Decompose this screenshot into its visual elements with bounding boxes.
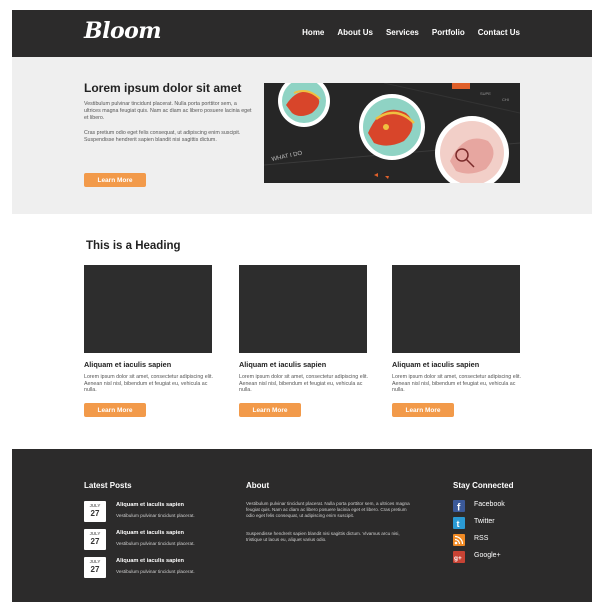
site-header: Bloom Home About Us Services Portfolio C…	[12, 10, 592, 57]
card-learn-more-button[interactable]: Learn More	[84, 403, 146, 417]
card-text: Lorem ipsum dolor sit amet, consectetur …	[84, 374, 213, 394]
date-month: JULY	[89, 503, 101, 508]
site-footer: Latest Posts JULY 27 Aliquam et iaculis …	[12, 449, 592, 602]
page: Bloom Home About Us Services Portfolio C…	[12, 10, 592, 602]
logo[interactable]: Bloom	[84, 18, 162, 44]
card-title: Aliquam et iaculis sapien	[239, 360, 327, 369]
date-badge: JULY 27	[84, 529, 106, 550]
post-title[interactable]: Aliquam et iaculis sapien	[116, 530, 184, 536]
date-day: 27	[90, 565, 100, 574]
post-title[interactable]: Aliquam et iaculis sapien	[116, 558, 184, 564]
svg-text:g+: g+	[454, 555, 462, 562]
card-learn-more-button[interactable]: Learn More	[239, 403, 301, 417]
google-plus-icon: g+	[453, 551, 465, 563]
post-excerpt: Vestibulum pulvinar tincidunt placerat.	[116, 513, 195, 518]
hero-paragraph: Cras pretium odio eget felis consequat, …	[84, 130, 241, 144]
svg-text:CHI: CHI	[502, 97, 509, 102]
card-title: Aliquam et iaculis sapien	[392, 360, 480, 369]
about-title: About	[246, 481, 270, 490]
about-paragraph: Vestibulum pulvinar tincidunt placerat. …	[246, 501, 410, 518]
social-label: Twitter	[474, 518, 495, 525]
card-learn-more-button[interactable]: Learn More	[392, 403, 454, 417]
twitter-icon: t	[453, 517, 465, 529]
svg-text:SUPE: SUPE	[480, 91, 491, 96]
nav-contact-us[interactable]: Contact Us	[478, 28, 520, 37]
hero-image: WHAT I DO SUPE CHI	[264, 83, 520, 183]
content-card: Aliquam et iaculis sapien Lorem ipsum do…	[239, 265, 368, 425]
date-month: JULY	[89, 559, 101, 564]
latest-posts-title: Latest Posts	[84, 481, 132, 490]
post-excerpt: Vestibulum pulvinar tincidunt placerat.	[116, 569, 195, 574]
rss-icon	[453, 534, 465, 546]
card-thumbnail[interactable]	[239, 265, 367, 353]
nav-about-us[interactable]: About Us	[337, 28, 373, 37]
social-label: Facebook	[474, 501, 505, 508]
card-thumbnail[interactable]	[392, 265, 520, 353]
hero-title: Lorem ipsum dolor sit amet	[84, 81, 242, 95]
facebook-icon: f	[453, 500, 465, 512]
latest-post-item[interactable]: JULY 27 Aliquam et iaculis sapien Vestib…	[84, 557, 244, 579]
card-text: Lorem ipsum dolor sit amet, consectetur …	[239, 374, 368, 394]
latest-post-item[interactable]: JULY 27 Aliquam et iaculis sapien Vestib…	[84, 501, 244, 523]
stay-connected-title: Stay Connected	[453, 481, 514, 490]
content-card: Aliquam et iaculis sapien Lorem ipsum do…	[392, 265, 521, 425]
card-thumbnail[interactable]	[84, 265, 212, 353]
social-label: RSS	[474, 535, 489, 542]
social-label: Google+	[474, 552, 501, 559]
hero-section: Lorem ipsum dolor sit amet Vestibulum pu…	[12, 57, 592, 214]
post-title[interactable]: Aliquam et iaculis sapien	[116, 502, 184, 508]
date-badge: JULY 27	[84, 557, 106, 578]
date-day: 27	[90, 537, 100, 546]
hero-learn-more-button[interactable]: Learn More	[84, 173, 146, 187]
date-month: JULY	[89, 531, 101, 536]
nav-services[interactable]: Services	[386, 28, 419, 37]
date-day: 27	[90, 509, 100, 518]
svg-text:f: f	[457, 503, 461, 513]
post-excerpt: Vestibulum pulvinar tincidunt placerat.	[116, 541, 195, 546]
latest-post-item[interactable]: JULY 27 Aliquam et iaculis sapien Vestib…	[84, 529, 244, 551]
nav-portfolio[interactable]: Portfolio	[432, 28, 465, 37]
content-card: Aliquam et iaculis sapien Lorem ipsum do…	[84, 265, 213, 425]
nav-home[interactable]: Home	[302, 28, 324, 37]
section-heading: This is a Heading	[86, 240, 181, 252]
about-paragraph: Suspendisse hendrerit sapien blandit nis…	[246, 531, 400, 542]
card-title: Aliquam et iaculis sapien	[84, 360, 172, 369]
main-nav: Home About Us Services Portfolio Contact…	[302, 28, 520, 37]
date-badge: JULY 27	[84, 501, 106, 522]
card-text: Lorem ipsum dolor sit amet, consectetur …	[392, 374, 521, 394]
illustration-dragon-plates: WHAT I DO SUPE CHI	[264, 83, 520, 183]
hero-paragraph: Vestibulum pulvinar tincidunt placerat. …	[84, 101, 252, 122]
svg-text:t: t	[457, 519, 460, 529]
